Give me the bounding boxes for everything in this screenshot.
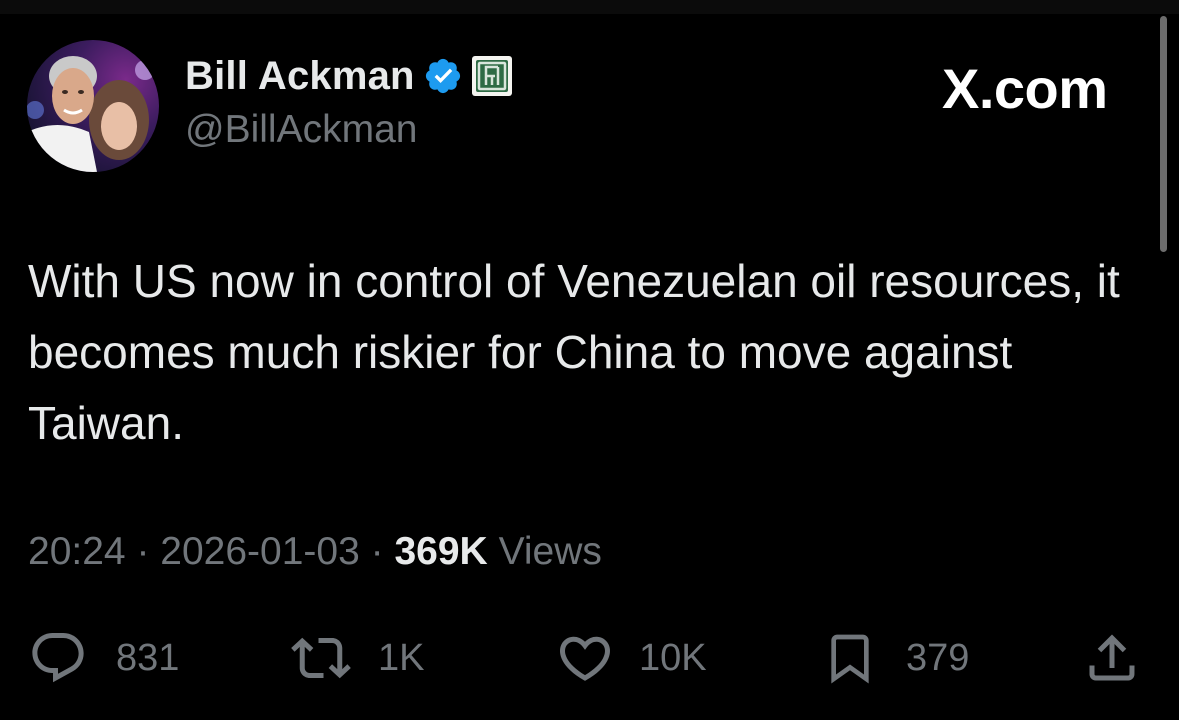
share-icon <box>1089 634 1135 681</box>
meta-separator: · <box>370 530 384 573</box>
heart-icon <box>559 636 611 681</box>
avatar-image <box>27 40 159 172</box>
author-handle[interactable]: @BillAckman <box>185 108 417 152</box>
repost-count: 1K <box>378 636 425 679</box>
bookmark-icon <box>831 634 869 684</box>
meta-separator: · <box>136 530 150 573</box>
reply-count: 831 <box>116 636 180 679</box>
bookmark-button[interactable]: 379 <box>822 620 969 696</box>
tweet-meta: 20:24 · 2026-01-03 · 369K Views <box>28 530 602 574</box>
tweet-text: With US now in control of Venezuelan oil… <box>28 255 1120 449</box>
author-name-row: Bill Ackman <box>185 50 513 102</box>
scrollbar[interactable] <box>1160 16 1167 252</box>
repost-button[interactable]: 1K <box>288 620 424 696</box>
affiliate-badge-icon[interactable] <box>471 55 513 97</box>
author-display-name[interactable]: Bill Ackman <box>185 54 415 99</box>
bookmark-count: 379 <box>906 636 970 679</box>
tweet-date[interactable]: 2026-01-03 <box>160 530 360 573</box>
repost-icon <box>291 637 351 679</box>
views-count: 369K <box>394 530 488 573</box>
reply-icon <box>32 633 84 683</box>
like-button[interactable]: 10K <box>555 620 707 696</box>
share-button[interactable] <box>1082 620 1142 696</box>
reply-button[interactable]: 831 <box>28 620 179 696</box>
like-count: 10K <box>639 636 707 679</box>
top-strip <box>0 0 1179 14</box>
views-label: Views <box>498 530 602 573</box>
action-bar: 831 1K 10K 379 <box>0 620 1179 700</box>
verified-badge-icon[interactable] <box>423 56 463 96</box>
avatar[interactable] <box>27 40 159 172</box>
brand-label: X.com <box>942 57 1108 120</box>
tweet-time[interactable]: 20:24 <box>28 530 126 573</box>
